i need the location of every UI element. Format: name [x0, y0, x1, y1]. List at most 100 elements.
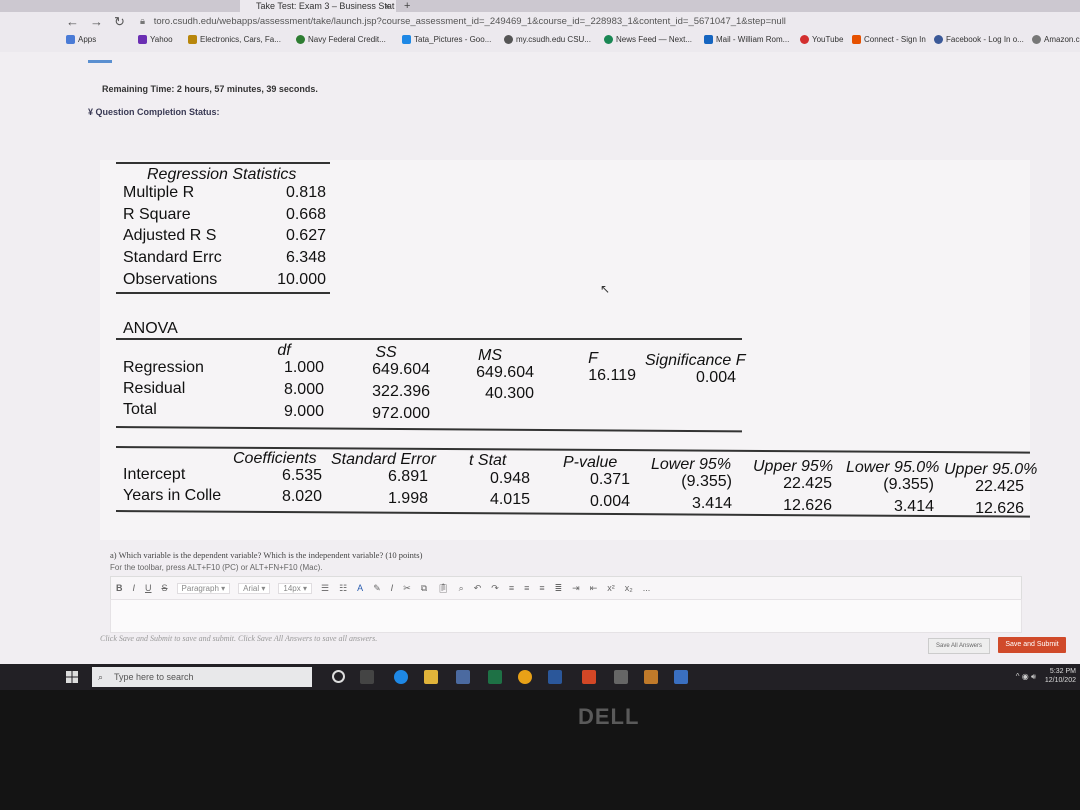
bookmark-yahoo[interactable]: Yahoo: [138, 35, 173, 44]
reload-icon[interactable]: ↻: [114, 12, 125, 32]
chevron-up-icon[interactable]: ^: [1016, 672, 1020, 681]
paragraph-select[interactable]: Paragraph ▾: [176, 582, 231, 594]
progress-indicator: [88, 60, 112, 63]
taskbar-search[interactable]: ⌕ Type here to search: [92, 667, 312, 687]
bookmark-electronics[interactable]: Electronics, Cars, Fa...: [188, 35, 281, 44]
align-center-icon[interactable]: ≡: [524, 583, 529, 593]
browser-tab[interactable]: Take Test: Exam 3 – Business Stat ×: [240, 0, 396, 12]
bookmark-label: Tata_Pictures - Goo...: [414, 35, 492, 44]
clear-format-icon[interactable]: 𝐼: [391, 583, 394, 594]
store-icon[interactable]: [456, 670, 470, 684]
answer-editor[interactable]: [110, 599, 1022, 633]
text-color-icon[interactable]: A: [357, 583, 363, 593]
system-clock[interactable]: 5:32 PM 12/10/202: [1045, 667, 1076, 685]
coef-cell: (9.355): [681, 473, 732, 490]
tab-title: Take Test: Exam 3 – Business Stat: [256, 1, 395, 11]
windows-start-icon[interactable]: [66, 670, 78, 683]
bookmark-facebook[interactable]: Facebook - Log In o...: [934, 35, 1024, 44]
anova-cell: 0.004: [695, 369, 736, 386]
bookmark-youtube[interactable]: YouTube: [800, 35, 843, 44]
align-right-icon[interactable]: ≡: [539, 583, 544, 593]
task-view-icon[interactable]: [360, 670, 374, 684]
save-all-answers-button[interactable]: Save All Answers: [928, 638, 990, 654]
system-tray[interactable]: ^ ◉ 🔊︎: [1016, 672, 1036, 682]
app-icon[interactable]: [644, 670, 658, 684]
anova-row-label: Regression: [123, 359, 204, 376]
numbered-list-icon[interactable]: ☷: [339, 583, 347, 594]
coef-cell: 6.891: [387, 468, 428, 485]
font-size-select[interactable]: 14px ▾: [278, 582, 313, 594]
tab-close-icon[interactable]: ×: [385, 0, 390, 12]
url-text: toro.csudh.edu/webapps/assessment/take/l…: [153, 16, 786, 27]
bookmark-label: YouTube: [812, 35, 844, 44]
cut-icon[interactable]: ✂: [403, 583, 411, 594]
align-left-icon[interactable]: ≡: [509, 583, 514, 593]
anova-cell: 40.300: [485, 385, 534, 402]
stat-label: Standard Errc: [123, 249, 222, 266]
powerpoint-icon[interactable]: [582, 670, 596, 684]
coef-cell: 22.425: [783, 475, 832, 492]
volume-icon[interactable]: 🔊︎: [1031, 672, 1036, 681]
cortana-icon[interactable]: [332, 670, 345, 683]
subscript-button[interactable]: x₂: [625, 583, 633, 593]
anova-cell: 972.000: [372, 405, 430, 422]
bookmarks-bar: Apps Yahoo Electronics, Cars, Fa... Navy…: [0, 32, 1080, 50]
justify-icon[interactable]: ≣: [555, 583, 563, 594]
app-icon[interactable]: [674, 670, 688, 684]
indent-icon[interactable]: ⇥: [572, 583, 580, 594]
file-explorer-icon[interactable]: [424, 670, 438, 684]
address-bar[interactable]: 🔒︎ toro.csudh.edu/webapps/assessment/tak…: [140, 14, 1040, 30]
edge-icon[interactable]: [394, 670, 408, 684]
bold-button[interactable]: B: [116, 583, 123, 593]
bookmark-csudh[interactable]: my.csudh.edu CSU...: [504, 35, 591, 44]
app-icon[interactable]: [614, 670, 628, 684]
underline-button[interactable]: U: [145, 583, 152, 593]
highlight-icon[interactable]: ✎: [373, 583, 381, 594]
anova-cell: 16.119: [588, 367, 636, 384]
question-status-toggle[interactable]: ¥ Question Completion Status:: [88, 107, 220, 117]
bookmark-label: Amazon.co: [1044, 35, 1080, 44]
excel-icon[interactable]: [488, 670, 502, 684]
font-select[interactable]: Arial ▾: [238, 582, 271, 594]
bookmark-news-feed[interactable]: News Feed — Next...: [604, 35, 692, 44]
back-icon[interactable]: ←: [66, 12, 79, 32]
forward-icon[interactable]: →: [90, 12, 103, 32]
find-icon[interactable]: ⌕: [459, 583, 464, 594]
coef-row-label: Years in Colle: [123, 487, 222, 504]
anova-cell: 9.000: [283, 403, 324, 420]
undo-icon[interactable]: ↶: [474, 583, 482, 594]
coef-header-upper-95: Upper 95%: [753, 458, 834, 475]
page: Remaining Time: 2 hours, 57 minutes, 39 …: [0, 52, 1080, 690]
coef-cell: (9.355): [883, 476, 934, 493]
bookmark-navy-federal[interactable]: Navy Federal Credit...: [296, 35, 386, 44]
bookmark-mail[interactable]: Mail - William Rom...: [704, 35, 789, 44]
bookmark-label: Apps: [78, 35, 97, 44]
chrome-icon[interactable]: [518, 670, 532, 684]
anova-cell: 649.604: [476, 364, 534, 381]
copy-icon[interactable]: ⧉: [421, 583, 427, 594]
submit-instructions: Click Save and Submit to save and submit…: [100, 634, 378, 643]
word-icon[interactable]: [548, 670, 562, 684]
more-options-button[interactable]: ...: [643, 583, 651, 593]
bookmark-tata-pictures[interactable]: Tata_Pictures - Goo...: [402, 35, 491, 44]
superscript-button[interactable]: x²: [607, 583, 615, 593]
redo-icon[interactable]: ↷: [491, 583, 499, 594]
anova-header-ms: MS: [478, 347, 502, 364]
save-and-submit-button[interactable]: Save and Submit: [998, 637, 1066, 653]
paste-icon[interactable]: 📋︎: [437, 583, 448, 594]
bookmark-connect[interactable]: Connect - Sign In: [852, 35, 926, 44]
network-icon[interactable]: ◉: [1022, 672, 1029, 681]
outdent-icon[interactable]: ⇤: [590, 583, 598, 594]
anova-title: ANOVA: [123, 320, 178, 337]
bullet-list-icon[interactable]: ☰: [321, 583, 329, 594]
bookmark-label: Yahoo: [150, 35, 173, 44]
coef-cell: 3.414: [893, 498, 934, 515]
strikethrough-button[interactable]: S: [162, 583, 168, 593]
question-text: a) Which variable is the dependent varia…: [110, 550, 423, 560]
italic-button[interactable]: I: [133, 583, 136, 593]
bookmark-amazon[interactable]: Amazon.co: [1032, 35, 1080, 44]
new-tab-button[interactable]: +: [404, 0, 410, 12]
coef-cell: 6.535: [281, 467, 322, 484]
bookmark-apps[interactable]: Apps: [66, 35, 96, 44]
connect-icon: [852, 35, 861, 44]
